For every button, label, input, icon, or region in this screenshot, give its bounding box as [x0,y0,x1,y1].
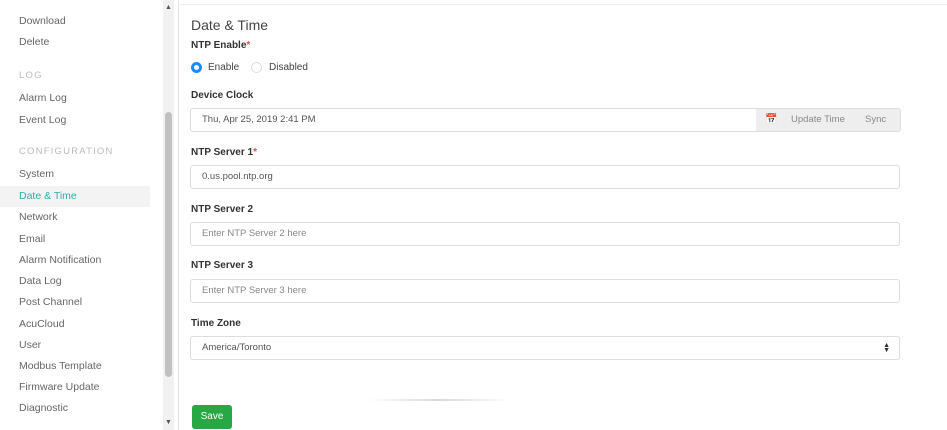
ntp-disabled-radio[interactable] [251,62,262,73]
sidebar-section-log: LOG [19,70,43,81]
ntp-server-1-label-text: NTP Server 1 [191,147,254,158]
page-title: Date & Time [191,17,269,33]
device-clock-addon: 📅 Update Time Sync [756,108,901,132]
sidebar-section-configuration: CONFIGURATION [19,146,114,157]
ntp-server-3-label: NTP Server 3 [191,260,254,271]
sidebar-item-firmware-update[interactable]: Firmware Update [0,377,150,398]
scroll-down-icon[interactable]: ▼ [163,417,174,428]
ntp-server-2-label: NTP Server 2 [191,204,254,215]
required-mark: * [253,147,257,158]
time-zone-value: America/Toronto [202,342,272,353]
sidebar-item-modbus-template[interactable]: Modbus Template [0,356,150,377]
sidebar: Download Delete LOG Alarm Log Event Log … [0,0,179,430]
sidebar-item-diagnostic[interactable]: Diagnostic [0,398,150,419]
save-button[interactable]: Save [192,405,232,429]
calendar-icon[interactable]: 📅 [765,109,777,131]
sidebar-item-alarm-log[interactable]: Alarm Log [0,88,150,109]
ntp-server-2-input[interactable]: Enter NTP Server 2 here [190,222,900,246]
sidebar-item-alarm-notification[interactable]: Alarm Notification [0,250,150,271]
device-clock-label: Device Clock [191,90,254,101]
main-content: Date & Time NTP Enable* Enable Disabled … [178,0,947,430]
sidebar-item-system[interactable]: System [0,164,150,185]
top-divider [178,4,947,5]
sidebar-item-delete[interactable]: Delete [0,32,150,53]
required-mark: * [246,40,251,51]
sidebar-item-date-time[interactable]: Date & Time [0,186,150,207]
sidebar-item-download[interactable]: Download [0,11,150,32]
ntp-enable-radio[interactable] [191,62,202,73]
update-time-button[interactable]: Update Time [791,109,845,131]
scroll-up-icon[interactable]: ▲ [163,2,174,13]
ntp-enable-option-label[interactable]: Enable [208,62,239,73]
ntp-enable-label: NTP Enable* [191,40,250,51]
ntp-server-1-label: NTP Server 1* [191,147,257,158]
scrollbar-thumb[interactable] [165,112,172,377]
sidebar-item-email[interactable]: Email [0,229,150,250]
sync-button[interactable]: Sync [865,109,886,131]
ntp-server-3-input[interactable]: Enter NTP Server 3 here [190,279,900,303]
sidebar-item-network[interactable]: Network [0,207,150,228]
sidebar-item-data-log[interactable]: Data Log [0,271,150,292]
time-zone-label: Time Zone [191,318,241,329]
sidebar-scrollbar[interactable]: ▲ ▼ [163,0,174,430]
time-zone-select[interactable]: America/Toronto ▲ ▼ [190,336,900,360]
ntp-enable-label-text: NTP Enable [191,40,247,51]
device-clock-input[interactable]: Thu, Apr 25, 2019 2:41 PM [190,108,757,132]
footer-shadow [368,399,508,401]
sidebar-item-event-log[interactable]: Event Log [0,110,150,131]
ntp-disabled-option-label[interactable]: Disabled [269,62,308,73]
sidebar-item-post-channel[interactable]: Post Channel [0,292,150,313]
sidebar-item-acucloud[interactable]: AcuCloud [0,314,150,335]
ntp-server-1-input[interactable]: 0.us.pool.ntp.org [190,165,900,189]
select-arrows-icon: ▲ ▼ [883,342,890,354]
sidebar-item-user[interactable]: User [0,335,150,356]
